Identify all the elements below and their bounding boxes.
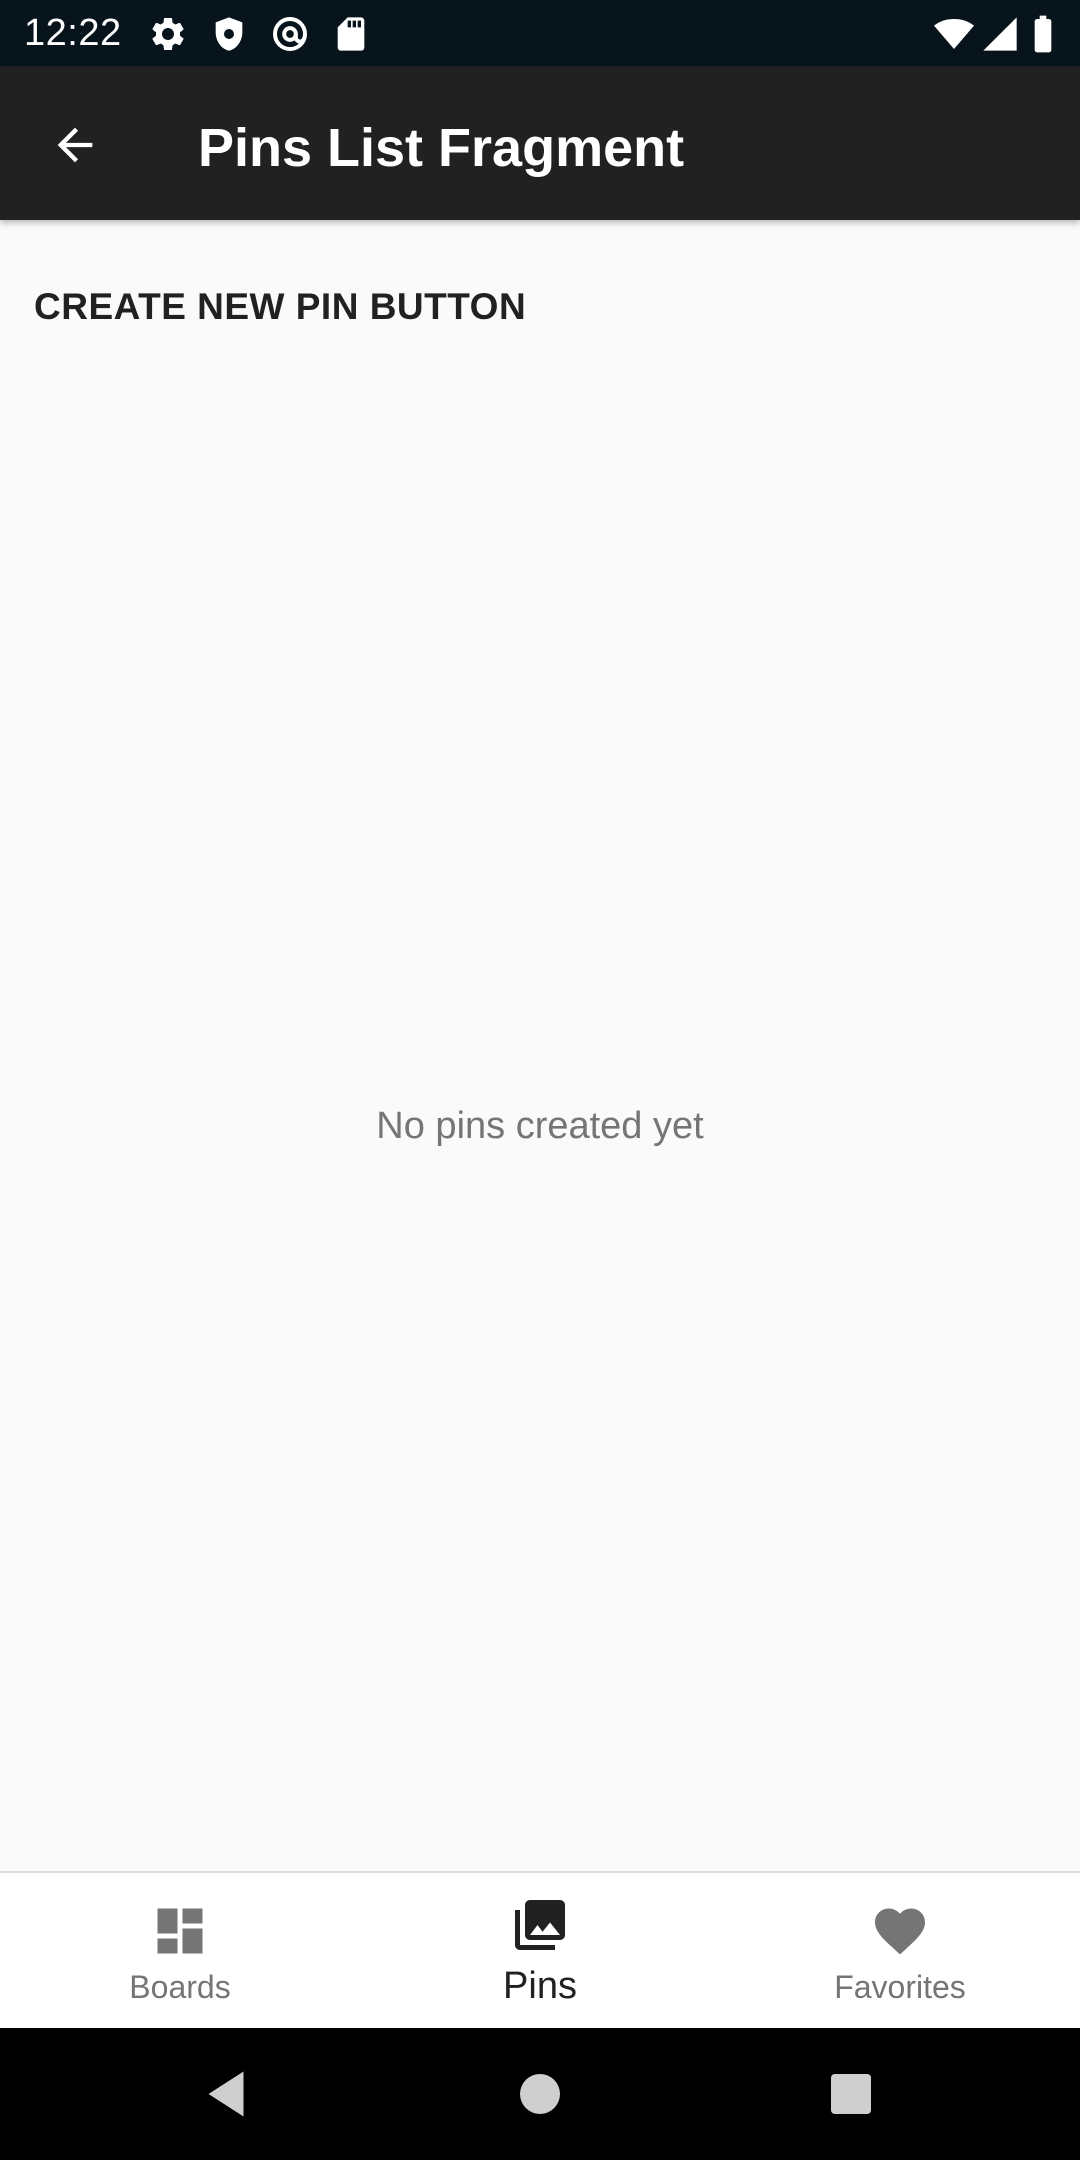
nav-item-pins[interactable]: Pins	[360, 1873, 720, 2028]
create-new-pin-button[interactable]: CREATE NEW PIN BUTTON	[8, 272, 552, 342]
back-button[interactable]	[40, 110, 110, 180]
sd-card-icon	[331, 14, 371, 54]
signal-icon	[980, 14, 1020, 54]
photo-library-icon	[510, 1895, 570, 1955]
system-recents-button[interactable]	[821, 2064, 881, 2124]
bottom-navigation: Boards Pins Favorites	[0, 1871, 1080, 2028]
system-back-button[interactable]	[196, 2064, 256, 2124]
nav-label-favorites: Favorites	[834, 1969, 966, 2005]
nav-label-boards: Boards	[129, 1969, 231, 2005]
settings-icon	[148, 14, 188, 54]
screen: 12:22 Pins List Fragment CREATE NEW PIN …	[0, 0, 1080, 2160]
status-bar: 12:22	[0, 0, 1080, 66]
status-time: 12:22	[24, 12, 122, 54]
dashboard-icon	[150, 1901, 210, 1961]
nav-label-pins: Pins	[503, 1965, 577, 2007]
battery-icon	[1028, 14, 1058, 54]
page-title: Pins List Fragment	[198, 118, 685, 178]
back-triangle-icon	[208, 2071, 244, 2117]
heart-icon	[870, 1901, 930, 1961]
recents-square-icon	[831, 2074, 871, 2114]
arrow-back-icon	[57, 127, 93, 163]
home-circle-icon	[520, 2074, 560, 2114]
shield-icon	[209, 14, 249, 54]
nav-item-favorites[interactable]: Favorites	[720, 1873, 1080, 2028]
system-navigation-bar	[0, 2028, 1080, 2160]
empty-state-message: No pins created yet	[376, 1105, 704, 1147]
at-sign-icon	[270, 14, 310, 54]
wifi-icon	[934, 14, 974, 54]
system-home-button[interactable]	[510, 2064, 570, 2124]
app-bar: Pins List Fragment	[0, 66, 1080, 220]
nav-item-boards[interactable]: Boards	[0, 1873, 360, 2028]
